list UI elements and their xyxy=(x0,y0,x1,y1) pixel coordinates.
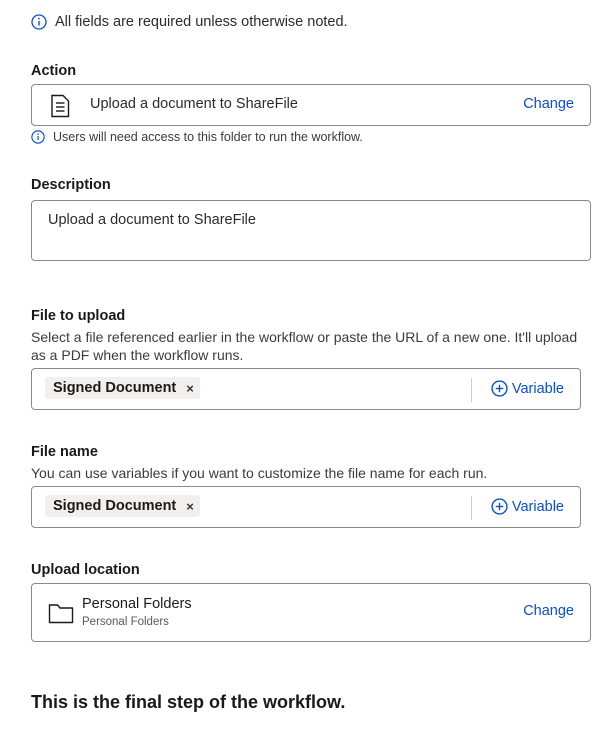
info-icon xyxy=(31,130,45,144)
required-fields-note: All fields are required unless otherwise… xyxy=(31,14,348,30)
required-fields-text: All fields are required unless otherwise… xyxy=(55,14,348,30)
action-label: Action xyxy=(31,63,77,79)
action-value: Upload a document to ShareFile xyxy=(90,96,298,112)
upload-location-title: Personal Folders xyxy=(82,596,192,612)
chip-label: Signed Document xyxy=(53,498,177,514)
file-name-variable-button[interactable]: Variable xyxy=(491,498,564,515)
action-hint: Users will need access to this folder to… xyxy=(31,130,363,144)
variable-label: Variable xyxy=(511,498,564,515)
upload-location-label: Upload location xyxy=(31,562,140,578)
upload-location-subtitle: Personal Folders xyxy=(82,616,169,628)
description-value: Upload a document to ShareFile xyxy=(48,212,256,228)
file-to-upload-help: Select a file referenced earlier in the … xyxy=(31,329,578,363)
description-label: Description xyxy=(31,177,111,193)
plus-circle-icon xyxy=(491,380,508,397)
file-name-help: You can use variables if you want to cus… xyxy=(31,465,488,481)
variable-label: Variable xyxy=(511,380,564,397)
final-step-text: This is the final step of the workflow. xyxy=(31,692,346,712)
file-name-chip: Signed Document × xyxy=(45,495,200,517)
file-to-upload-label: File to upload xyxy=(31,308,126,324)
document-icon xyxy=(51,94,70,118)
input-divider xyxy=(471,378,472,402)
chip-label: Signed Document xyxy=(53,380,177,396)
input-divider xyxy=(471,496,472,520)
action-hint-text: Users will need access to this folder to… xyxy=(53,130,363,144)
folder-icon xyxy=(48,604,74,624)
file-name-input[interactable]: Signed Document × Variable xyxy=(31,486,581,528)
upload-location-change-button[interactable]: Change xyxy=(523,603,574,619)
file-name-label: File name xyxy=(31,444,98,460)
upload-location-selector[interactable]: Personal Folders Personal Folders Change xyxy=(31,583,591,642)
file-to-upload-input[interactable]: Signed Document × Variable xyxy=(31,368,581,410)
file-to-upload-chip: Signed Document × xyxy=(45,377,200,399)
description-textarea[interactable]: Upload a document to ShareFile xyxy=(31,200,591,261)
file-to-upload-variable-button[interactable]: Variable xyxy=(491,380,564,397)
action-change-button[interactable]: Change xyxy=(523,96,574,112)
chip-remove-icon[interactable]: × xyxy=(186,499,194,514)
plus-circle-icon xyxy=(491,498,508,515)
action-selector[interactable]: Upload a document to ShareFile Change xyxy=(31,84,591,126)
info-icon xyxy=(31,14,47,30)
chip-remove-icon[interactable]: × xyxy=(186,381,194,396)
